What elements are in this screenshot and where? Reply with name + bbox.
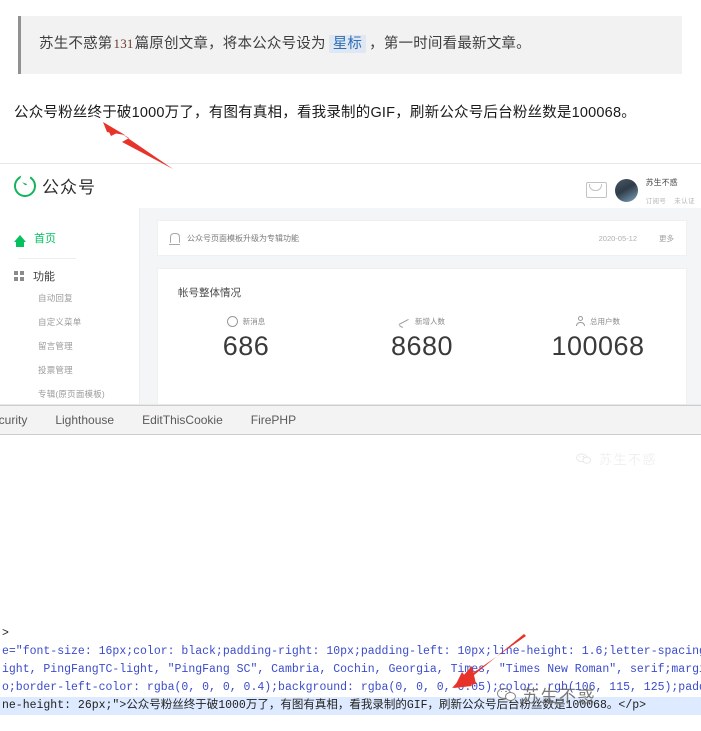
stat-new-followers: 新增人数 8680 [334, 315, 510, 362]
sidebar-item-voting[interactable]: 投票管理 [38, 364, 105, 376]
blockquote-prefix: 苏生不惑第 [39, 36, 113, 53]
code-line[interactable]: ight, PingFangTC-light, "PingFang SC", C… [0, 661, 701, 679]
mp-overview-card: 帐号整体情况 新消息 686 新增人数 8680 总用户数 100068 [157, 268, 687, 404]
devtools-empty-panel [0, 435, 701, 625]
article-preview: 苏生不惑第131篇原创文章，将本公众号设为 星标 ，第一时间看最新文章。 公众号粉丝… [0, 0, 701, 405]
mp-content: 公众号页面模板升级为专辑功能 2020-05-12 更多 帐号整体情况 新消息 [139, 208, 701, 404]
grid-icon [14, 270, 25, 282]
stat-new-messages-value: 686 [222, 331, 270, 361]
mail-icon[interactable] [585, 182, 607, 199]
sidebar-item-home[interactable]: 首页 [14, 230, 56, 247]
mp-notice-text: 公众号页面模板升级为专辑功能 [187, 233, 299, 243]
tab-lighthouse[interactable]: Lighthouse [41, 413, 128, 427]
mp-brand: 公众号 [14, 173, 96, 198]
mp-sidebar: 首页 功能 自动回复 自定义菜单 留言管理 投票管理 专辑(原页面模板) 赞赏功… [0, 208, 140, 404]
sidebar-item-functions-label: 功能 [33, 271, 55, 283]
trend-icon [399, 317, 410, 326]
devtools-dom-source: > e="font-size: 16px;color: black;paddin… [0, 625, 701, 731]
tab-firephp[interactable]: FirePHP [237, 413, 310, 427]
mp-stats-row: 新消息 686 新增人数 8680 总用户数 100068 [158, 315, 686, 362]
code-line-highlighted[interactable]: ne-height: 26px;">公众号粉丝终于破1000万了，有图有真相，看… [0, 697, 701, 715]
mp-header-right: 苏生不惑 订阅号 未认证 [585, 172, 695, 209]
sidebar-item-comments[interactable]: 留言管理 [38, 340, 105, 352]
stat-total-users: 总用户数 100068 [510, 315, 686, 362]
mp-notice-more-link[interactable]: 更多 [659, 233, 674, 244]
circle-icon [226, 315, 238, 327]
blockquote-middle: 篇原创文章，将本公众号设为 [134, 36, 326, 53]
home-icon [14, 234, 26, 247]
sidebar-item-auto-reply[interactable]: 自动回复 [38, 292, 105, 304]
stat-new-messages-label: 新消息 [242, 316, 266, 326]
stat-total-users-value: 100068 [551, 331, 645, 361]
stat-total-users-label: 总用户数 [590, 316, 620, 326]
blockquote-suffix: ，第一时间看最新文章。 [369, 36, 531, 53]
stat-new-messages: 新消息 686 [158, 315, 334, 362]
mp-header: 公众号 苏生不惑 订阅号 未认证 [0, 164, 701, 209]
sidebar-sub-menu: 自动回复 自定义菜单 留言管理 投票管理 专辑(原页面模板) 赞赏功能 [38, 292, 105, 404]
code-line[interactable]: > [0, 625, 701, 643]
mp-account-name: 苏生不惑 [645, 178, 678, 187]
blockquote-text: 苏生不惑第131篇原创文章，将本公众号设为 星标 ，第一时间看最新文章。 [21, 33, 541, 56]
tab-editthiscookie[interactable]: EditThisCookie [128, 413, 237, 427]
devtools-panel-tabbar: ecurity Lighthouse EditThisCookie FirePH… [0, 405, 701, 435]
bell-icon [168, 233, 180, 245]
blockquote-article-number: 131 [113, 36, 134, 52]
mp-account-verify: 未认证 [674, 198, 695, 206]
wechat-mp-logo-icon [14, 174, 36, 197]
sidebar-divider [18, 258, 76, 259]
code-line[interactable]: e="font-size: 16px;color: black;padding-… [0, 643, 701, 661]
article-blockquote: 苏生不惑第131篇原创文章，将本公众号设为 星标 ，第一时间看最新文章。 [18, 16, 682, 74]
mp-notice-meta: 2020-05-12 更多 [599, 233, 674, 244]
stat-new-followers-label: 新增人数 [415, 316, 445, 326]
wechat-mp-dashboard-screenshot: 公众号 苏生不惑 订阅号 未认证 首页 功能 自动回复 自定义菜单 留言管理 投… [0, 163, 701, 405]
blockquote-star-tag[interactable]: 星标 [328, 35, 367, 54]
mp-notice-date: 2020-05-12 [598, 233, 637, 243]
sidebar-item-albums[interactable]: 专辑(原页面模板) [38, 388, 105, 400]
tab-security[interactable]: ecurity [0, 413, 41, 427]
mp-body: 首页 功能 自动回复 自定义菜单 留言管理 投票管理 专辑(原页面模板) 赞赏功… [0, 208, 701, 404]
sidebar-item-custom-menu[interactable]: 自定义菜单 [38, 316, 105, 328]
mp-account-info[interactable]: 苏生不惑 订阅号 未认证 [646, 172, 695, 209]
mp-account-type: 订阅号 [645, 198, 667, 206]
mp-notice-bar[interactable]: 公众号页面模板升级为专辑功能 2020-05-12 更多 [157, 220, 687, 256]
stat-new-followers-value: 8680 [390, 331, 454, 361]
code-line[interactable]: o;border-left-color: rgba(0, 0, 0, 0.4);… [0, 679, 701, 697]
article-paragraph: 公众号粉丝终于破1000万了，有图有真相，看我录制的GIF，刷新公众号后台粉丝数… [14, 105, 636, 121]
avatar[interactable] [614, 178, 638, 202]
mp-brand-label: 公众号 [42, 178, 96, 197]
user-icon [576, 316, 585, 326]
sidebar-item-functions[interactable]: 功能 [14, 268, 55, 284]
sidebar-item-home-label: 首页 [34, 233, 56, 245]
mp-overview-title: 帐号整体情况 [178, 287, 241, 299]
